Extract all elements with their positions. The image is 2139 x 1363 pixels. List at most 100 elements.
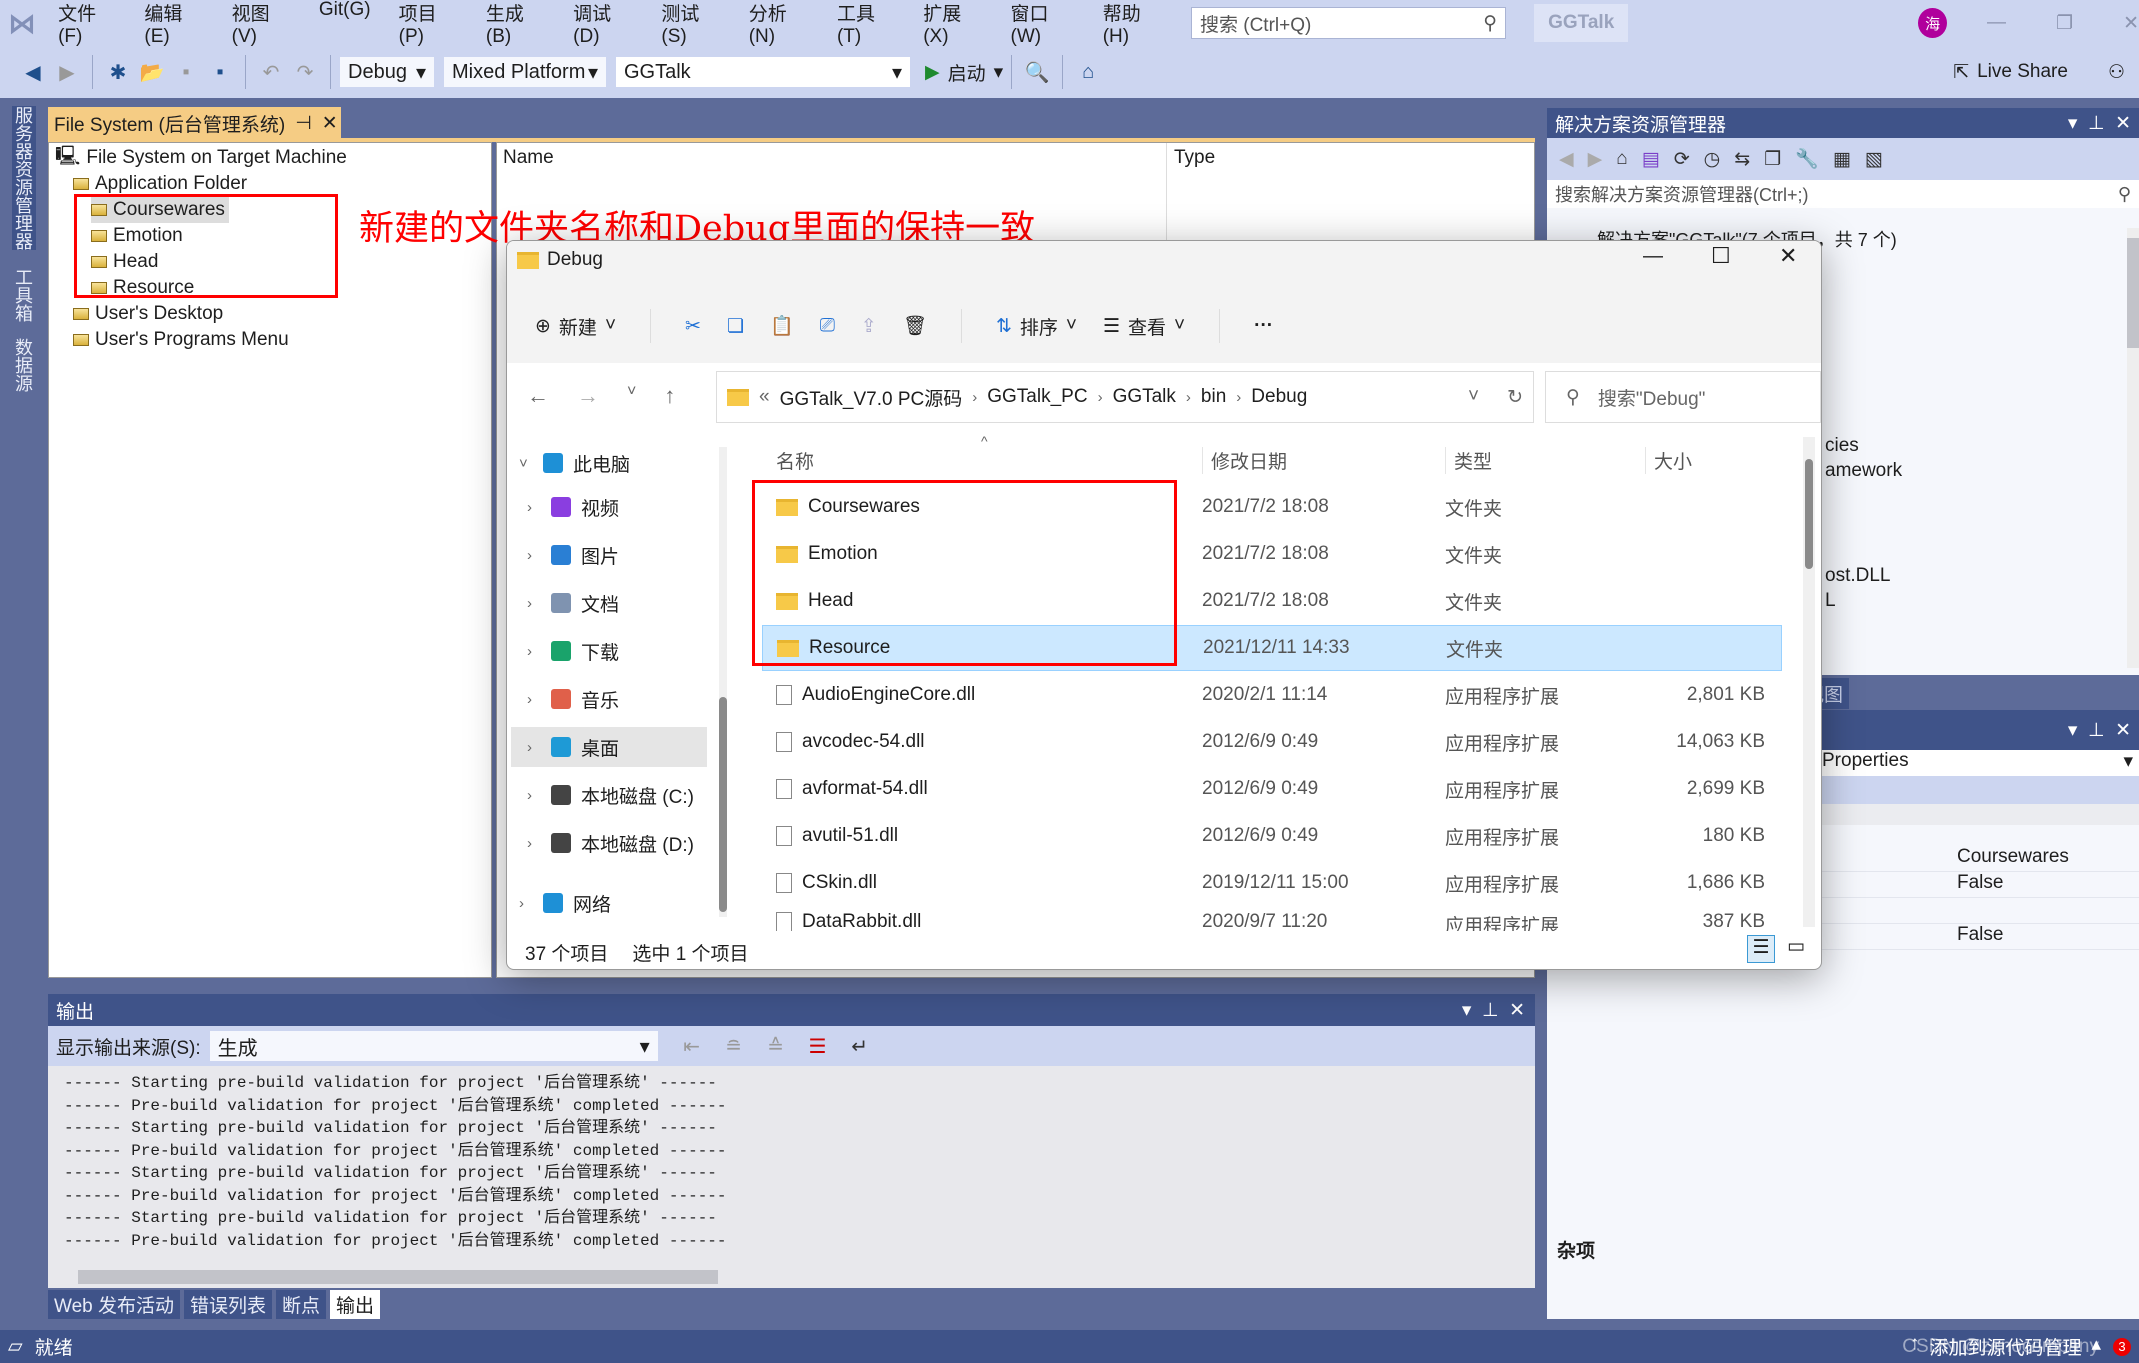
output-source-dropdown[interactable]: 生成 ▾ [208,1030,659,1062]
collapse-icon[interactable]: ❐ [1764,148,1781,171]
details-view-icon[interactable]: ☰ [1747,935,1775,963]
prev-message-icon[interactable]: ≘ [721,1034,747,1059]
breadcrumb-item[interactable]: GGTalk [1113,386,1176,408]
share-icon[interactable]: ⇪ [861,315,877,338]
nav-item[interactable]: › 本地磁盘 (C:) [527,775,694,815]
chevron-right-icon[interactable]: › [527,595,541,612]
sync-active-icon[interactable]: ⇆ [1734,148,1750,171]
tree-root[interactable]: 🖳 File System on Target Machine [55,145,347,171]
thumbnail-view-icon[interactable]: ▭ [1787,935,1805,958]
file-row[interactable]: AudioEngineCore.dll 2020/2/1 11:14 应用程序扩展 2… [762,672,1782,718]
undo-icon[interactable]: ↶ [258,60,284,85]
panel-controls[interactable]: ▾ ⊥ ✕ [2068,719,2131,742]
chevron-right-icon[interactable]: › [527,643,541,660]
file-system-tab[interactable]: File System (后台管理系统) ⊣ ✕ [48,107,341,139]
minimize-icon[interactable]: — [1987,12,2006,34]
chevron-right-icon[interactable]: › [527,691,541,708]
paste-icon[interactable]: 📋 [770,314,794,338]
menu-item[interactable]: 扩展(X) [909,0,996,48]
nav-scrollbar[interactable] [719,447,727,917]
chevron-right-icon[interactable]: › [527,547,541,564]
new-project-icon[interactable]: ✱ [105,60,131,85]
copy-icon[interactable]: ❏ [727,315,744,338]
nav-item[interactable]: ˅ 此电脑 [519,443,630,483]
view-button[interactable]: ☰ 查看 ˅ [1103,313,1185,340]
properties-icon[interactable]: 🔧 [1795,147,1819,171]
address-dropdown-icon[interactable]: ˅ [1468,386,1479,408]
chevron-right-icon[interactable]: › [527,787,541,804]
output-text[interactable]: ------ Starting pre-build validation for… [48,1066,1535,1250]
nav-item[interactable]: › 网络 [519,883,611,923]
more-button[interactable]: ··· [1254,315,1273,337]
notification-badge[interactable]: 3 [2113,1337,2131,1356]
side-tab-toolbox[interactable]: 工具箱 [12,268,36,322]
up-arrow-icon[interactable]: ↑ [664,383,675,409]
nav-item[interactable]: › 音乐 [527,679,619,719]
find-in-files-icon[interactable]: 🔍 [1024,60,1050,85]
menu-item[interactable]: 项目(P) [385,0,472,48]
close-tab-icon[interactable]: ✕ [322,112,338,135]
solution-search[interactable]: 搜索解决方案资源管理器(Ctrl+;) ⚲ [1547,180,2139,208]
show-all-icon[interactable]: ▦ [1833,148,1851,171]
menu-item[interactable]: Git(G) [305,0,385,48]
switch-view-icon[interactable]: ▤ [1642,148,1660,171]
menu-item[interactable]: 文件(F) [44,0,130,48]
panel-controls[interactable]: ▾ ⊥ ✕ [1462,999,1525,1022]
menu-item[interactable]: 视图(V) [218,0,305,48]
open-icon[interactable]: 📂 [139,60,165,85]
property-value[interactable]: Coursewares [1957,846,2069,868]
sort-button[interactable]: ⇅ 排序 ˅ [996,313,1077,340]
menu-item[interactable]: 生成(B) [472,0,559,48]
clear-all-icon[interactable]: ☰ [805,1034,831,1059]
chevron-right-icon[interactable]: › [527,499,541,516]
side-tab-data-sources[interactable]: 数据源 [12,338,36,392]
home-icon[interactable]: ⌂ [1616,148,1627,170]
tree-users-programs-menu[interactable]: User's Programs Menu [73,327,289,353]
preview-icon[interactable]: ▧ [1865,148,1883,171]
column-header[interactable]: 名称 [762,447,1202,474]
feedback-icon[interactable]: ⚇ [2108,61,2125,84]
horizontal-scrollbar[interactable] [78,1270,718,1284]
history-icon[interactable]: ◷ [1704,148,1721,171]
startup-project-dropdown[interactable]: GGTalk ▾ [615,56,911,88]
panel-controls[interactable]: ▾ ⊥ ✕ [2068,112,2131,135]
minimize-icon[interactable]: — [1643,245,1663,268]
word-wrap-icon[interactable]: ↵ [847,1034,873,1059]
side-tab-server-explorer[interactable]: 服务器资源管理器 [12,106,36,250]
nav-item[interactable]: › 本地磁盘 (D:) [527,823,694,863]
tree-item-partial[interactable]: cies [1825,435,1859,457]
list-scrollbar[interactable] [1803,437,1815,927]
property-value[interactable]: False [1957,924,2003,946]
column-header[interactable]: 类型 [1445,446,1645,474]
close-icon[interactable]: ✕ [1779,243,1797,269]
next-message-icon[interactable]: ≙ [763,1034,789,1059]
address-bar[interactable]: « GGTalk_V7.0 PC源码 › GGTalk_PC › GGTalk › bin ›… [716,371,1534,423]
menu-item[interactable]: 帮助(H) [1089,0,1177,48]
breadcrumb-item[interactable]: Debug [1251,386,1307,408]
maximize-icon[interactable]: ☐ [1711,243,1731,269]
menu-item[interactable]: 调试(D) [559,0,647,48]
breadcrumb-item[interactable]: GGTalk_V7.0 PC源码 [780,384,963,411]
go-to-line-icon[interactable]: ⇤ [679,1034,705,1059]
tree-item-partial[interactable]: amework [1825,460,1902,482]
menu-item[interactable]: 窗口(W) [997,0,1089,48]
forward-arrow-icon[interactable]: → [577,383,599,409]
file-row[interactable]: avcodec-54.dll 2012/6/9 0:49 应用程序扩展 14,063 … [762,719,1782,765]
menu-item[interactable]: 分析(N) [735,0,823,48]
cut-icon[interactable]: ✂ [685,315,701,338]
column-header[interactable]: 大小 [1645,446,1765,474]
close-icon[interactable]: ✕ [2123,12,2139,35]
start-button[interactable]: ▶ 启动 ▾ [925,59,1003,86]
menu-item[interactable]: 测试(S) [647,0,734,48]
bottom-tab[interactable]: 错误列表 [184,1290,273,1319]
file-row[interactable]: CSkin.dll 2019/12/11 15:00 应用程序扩展 1,686 KB [762,860,1782,906]
pin-icon[interactable]: ⊣ [295,112,312,135]
nav-item[interactable]: › 图片 [527,535,619,575]
redo-icon[interactable]: ↷ [292,60,318,85]
column-header[interactable]: 修改日期 [1202,446,1445,474]
restore-icon[interactable]: ❐ [2056,12,2073,35]
forward-icon[interactable]: ▶ [54,60,80,85]
bottom-tab[interactable]: 输出 [330,1290,381,1319]
bottom-tab[interactable]: Web 发布活动 [48,1290,181,1319]
file-row[interactable]: avformat-54.dll 2012/6/9 0:49 应用程序扩展 2,699 … [762,766,1782,812]
